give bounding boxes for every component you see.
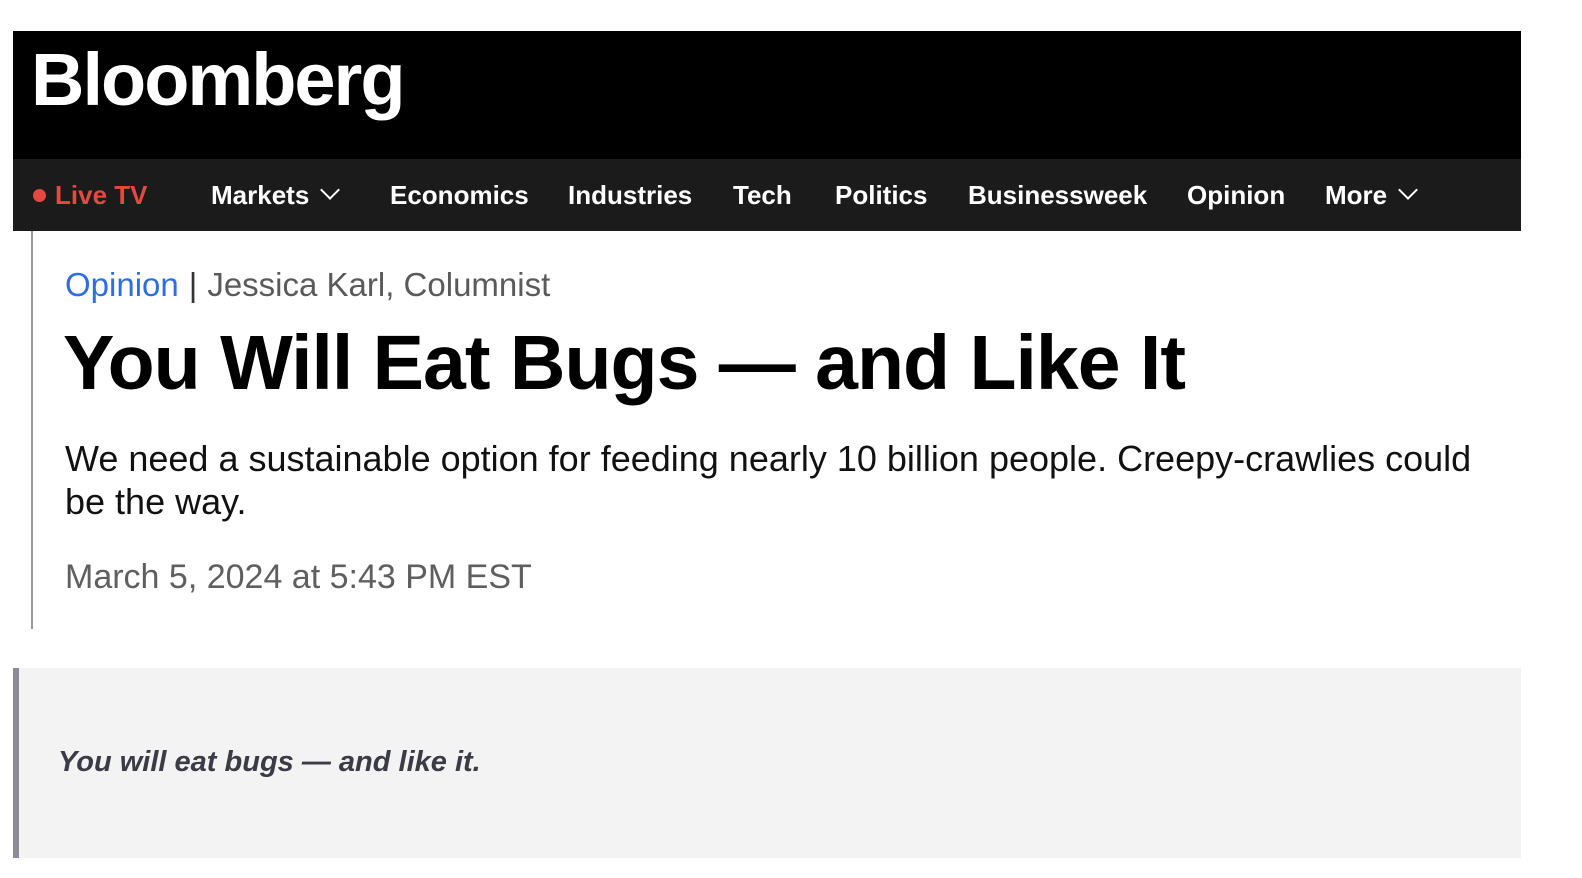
nav-item-label: Industries [568,180,693,210]
nav-item-more[interactable]: More [1325,159,1419,231]
nav-item-economics[interactable]: Economics [390,159,529,231]
page: Bloomberg Live TV Markets Economics Indu… [0,0,1582,878]
byline: Opinion | Jessica Karl, Columnist [65,265,550,305]
quote-accent-bar [13,668,19,858]
nav-item-label: More [1325,180,1388,210]
publish-timestamp: March 5, 2024 at 5:43 PM EST [65,558,532,596]
chevron-down-icon [320,180,341,200]
nav-item-label: Opinion [1187,180,1286,210]
nav-item-markets[interactable]: Markets [211,159,341,231]
byline-separator: | [188,266,198,303]
nav-item-label: Tech [733,180,792,210]
nav-item-label: Businessweek [968,180,1148,210]
nav-item-label: Live TV [55,180,148,210]
nav-item-live-tv[interactable]: Live TV [33,159,147,231]
article-divider [31,231,33,629]
nav-item-opinion[interactable]: Opinion [1187,159,1285,231]
bloomberg-logo[interactable]: Bloomberg [31,43,406,117]
nav-item-businessweek[interactable]: Businessweek [968,159,1147,231]
masthead: Bloomberg [13,31,1521,159]
author-name[interactable]: Jessica Karl, Columnist [207,266,550,303]
article-dek: We need a sustainable option for feeding… [65,438,1472,522]
chevron-down-icon [1398,180,1419,200]
live-dot-icon [33,189,46,202]
article-headline: You Will Eat Bugs — and Like It [63,320,1186,406]
nav-item-industries[interactable]: Industries [568,159,692,231]
pull-quote-text: You will eat bugs — and like it. [58,746,481,778]
section-link-opinion[interactable]: Opinion [65,266,179,303]
nav-item-label: Politics [835,180,928,210]
nav-item-politics[interactable]: Politics [835,159,927,231]
nav-item-tech[interactable]: Tech [733,159,792,231]
nav-item-label: Economics [390,180,529,210]
main-nav: Live TV Markets Economics Industries Tec… [13,159,1521,231]
nav-item-label: Markets [211,180,310,210]
pull-quote: You will eat bugs — and like it. [13,668,1521,858]
